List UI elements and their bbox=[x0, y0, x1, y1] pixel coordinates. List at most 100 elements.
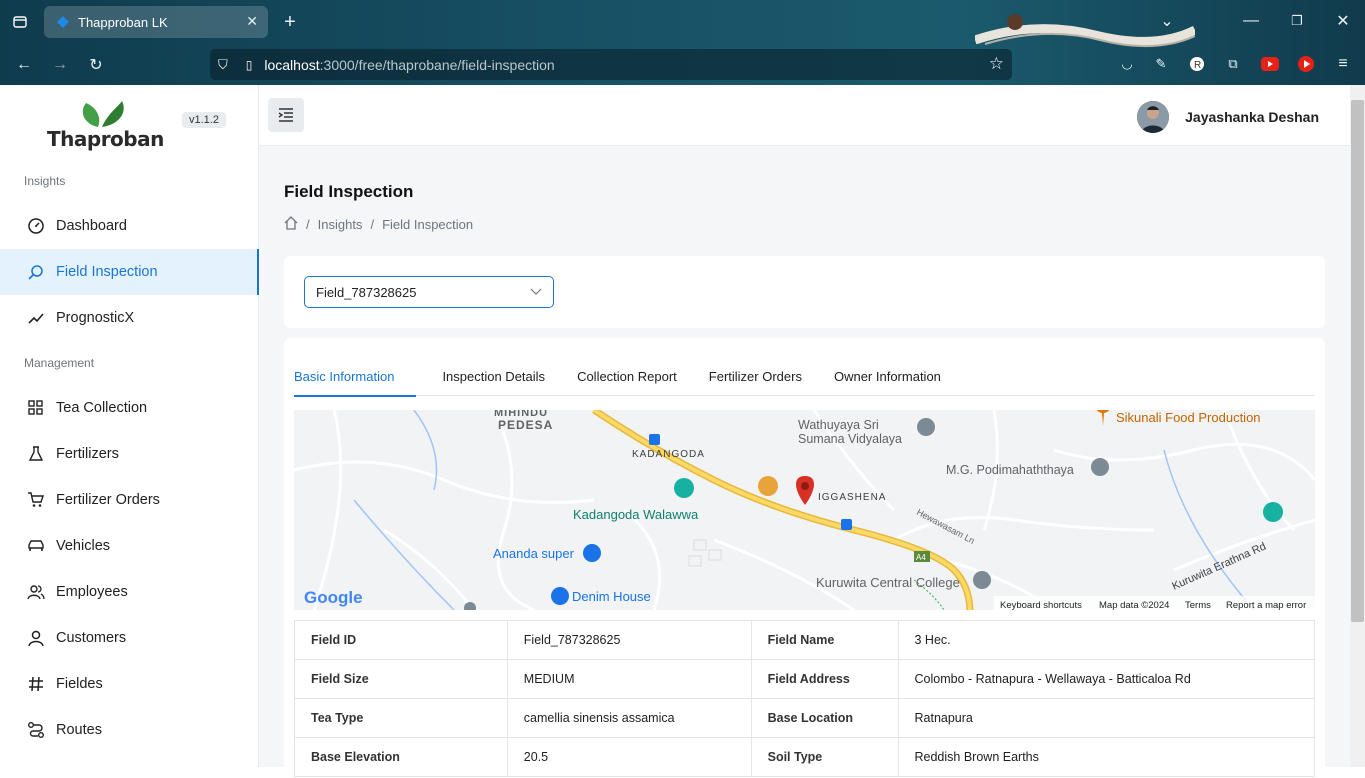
back-icon[interactable]: ← bbox=[14, 55, 34, 75]
table-row: Base Elevation 20.5 Soil Type Reddish Br… bbox=[294, 737, 1315, 777]
section-insights: Insights bbox=[24, 174, 66, 188]
basic-info-table: Field ID Field_787328625 Field Name 3 He… bbox=[294, 620, 1315, 777]
forward-icon[interactable]: → bbox=[50, 55, 70, 75]
user-name: Jayashanka Deshan bbox=[1185, 109, 1319, 125]
sidebar-item-vehicles[interactable]: Vehicles bbox=[0, 523, 259, 569]
new-tab-icon[interactable]: + bbox=[280, 11, 300, 33]
tab-basic-information[interactable]: Basic Information bbox=[294, 356, 417, 397]
chevron-down-icon[interactable]: ⌄ bbox=[1158, 12, 1176, 30]
tab-list-icon[interactable] bbox=[10, 12, 30, 32]
extension-r-icon[interactable]: R bbox=[1188, 55, 1206, 73]
page-icon: ▯ bbox=[245, 57, 253, 72]
info-key: Field ID bbox=[294, 620, 508, 660]
map-terms: Terms bbox=[1185, 600, 1211, 610]
grid-icon bbox=[26, 398, 46, 418]
search-icon bbox=[26, 262, 46, 282]
cart-icon bbox=[26, 490, 46, 510]
sidebar: Thaproban v1.1.2 Insights Dashboard Fiel… bbox=[0, 85, 259, 767]
sidebar-item-label: Employees bbox=[56, 584, 128, 600]
sidebar-item-prognosticx[interactable]: PrognosticX bbox=[0, 295, 259, 341]
breadcrumb-insights[interactable]: Insights bbox=[318, 217, 363, 232]
table-row: Field ID Field_787328625 Field Name 3 He… bbox=[294, 620, 1315, 660]
sidebar-item-fertilizer-orders[interactable]: Fertilizer Orders bbox=[0, 477, 259, 523]
detail-tabs: Basic Information Inspection Details Col… bbox=[294, 356, 1315, 397]
close-tab-icon[interactable]: ✕ bbox=[246, 13, 258, 30]
menu-collapse-icon bbox=[278, 108, 293, 122]
table-row: Field Size MEDIUM Field Address Colombo … bbox=[294, 659, 1315, 699]
map-label-place: Kadangoda Walawwa bbox=[573, 507, 699, 522]
sidebar-item-label: Tea Collection bbox=[56, 400, 148, 416]
close-window-icon[interactable]: ✕ bbox=[1334, 12, 1352, 30]
sidebar-item-tea-collection[interactable]: Tea Collection bbox=[0, 385, 259, 431]
scrollbar-thumb[interactable] bbox=[1351, 100, 1364, 622]
gauge-icon bbox=[26, 216, 46, 236]
info-value: Reddish Brown Earths bbox=[897, 737, 1315, 777]
tab-owner-information[interactable]: Owner Information bbox=[818, 356, 957, 396]
route-icon bbox=[26, 720, 46, 740]
favicon-icon bbox=[57, 16, 69, 28]
field-map[interactable]: A4 MIHINDU PEDESA KADANGODA Wathuyaya Sr… bbox=[294, 410, 1315, 610]
map-label-road: A4 bbox=[916, 553, 926, 562]
info-key: Soil Type bbox=[750, 737, 899, 777]
home-icon[interactable] bbox=[284, 216, 298, 233]
info-value: camellia sinensis assamica bbox=[506, 698, 752, 738]
info-value: 20.5 bbox=[506, 737, 752, 777]
sidebar-item-label: Routes bbox=[56, 722, 102, 738]
info-key: Base Elevation bbox=[294, 737, 508, 777]
sidebar-item-fertilizers[interactable]: Fertilizers bbox=[0, 431, 259, 477]
user-menu[interactable]: Jayashanka Deshan bbox=[1137, 101, 1319, 133]
browser-chrome: Thapproban LK ✕ + ⌄ — ❐ ✕ ← → ↻ ⛉ ▯ loca… bbox=[0, 0, 1365, 85]
wrench-icon[interactable]: ✎ bbox=[1152, 55, 1170, 73]
location-pin-icon bbox=[795, 476, 815, 505]
map-keyboard-shortcuts: Keyboard shortcuts bbox=[1000, 600, 1082, 610]
toggle-sidebar-button[interactable] bbox=[268, 98, 304, 132]
sidebar-item-dashboard[interactable]: Dashboard bbox=[0, 203, 259, 249]
youtube-icon[interactable] bbox=[1260, 55, 1280, 73]
map-label-area: KADANGODA bbox=[632, 449, 705, 460]
sidebar-item-fieldes[interactable]: Fieldes bbox=[0, 661, 259, 707]
sidebar-item-label: Fertilizers bbox=[56, 446, 119, 462]
map-label-place: Sikunali Food Production bbox=[1116, 410, 1261, 425]
browser-tab[interactable]: Thapproban LK ✕ bbox=[44, 6, 268, 38]
map-label-place: Wathuyaya Sri bbox=[798, 418, 879, 432]
tab-bar: Thapproban LK ✕ + ⌄ — ❐ ✕ bbox=[0, 0, 1365, 44]
info-key: Field Address bbox=[750, 659, 899, 699]
map-report-error: Report a map error bbox=[1226, 600, 1306, 610]
restore-icon[interactable]: ❐ bbox=[1288, 12, 1306, 30]
pocket-icon[interactable]: ◡ bbox=[1118, 55, 1136, 73]
sidebar-item-label: PrognosticX bbox=[56, 310, 135, 326]
tab-fertilizer-orders[interactable]: Fertilizer Orders bbox=[693, 356, 818, 396]
minimize-icon[interactable]: — bbox=[1242, 12, 1260, 30]
map-label-area: IGGASHENA bbox=[818, 492, 886, 503]
map-label-place: Ananda super bbox=[493, 546, 575, 561]
info-key: Field Name bbox=[750, 620, 899, 660]
map-label-place: Sumana Vidyalaya bbox=[798, 432, 902, 446]
extensions-icon[interactable]: ⧉ bbox=[1224, 55, 1242, 73]
url-host: localhost bbox=[264, 56, 320, 73]
map-label-place: M.G. Podimahaththaya bbox=[946, 463, 1074, 477]
page-title: Field Inspection bbox=[284, 182, 414, 201]
logo-text: Thaproban bbox=[47, 127, 164, 151]
field-select[interactable]: Field_787328625 bbox=[304, 276, 554, 308]
app-menu-icon[interactable]: ≡ bbox=[1334, 55, 1352, 73]
sidebar-item-routes[interactable]: Routes bbox=[0, 707, 259, 753]
version-badge: v1.1.2 bbox=[182, 112, 226, 128]
info-value: Colombo - Ratnapura - Wellawaya - Battic… bbox=[897, 659, 1315, 699]
reload-icon[interactable]: ↻ bbox=[86, 55, 106, 75]
table-row: Tea Type camellia sinensis assamica Base… bbox=[294, 698, 1315, 738]
sidebar-item-field-inspection[interactable]: Field Inspection bbox=[0, 249, 259, 295]
avatar bbox=[1137, 101, 1170, 133]
trend-icon bbox=[26, 308, 46, 328]
tab-inspection-details[interactable]: Inspection Details bbox=[426, 356, 561, 396]
address-bar[interactable]: ⛉ ▯ localhost:3000/free/thaprobane/field… bbox=[210, 49, 1012, 80]
video-player-icon[interactable] bbox=[1296, 55, 1316, 73]
sidebar-item-label: Vehicles bbox=[56, 538, 111, 554]
map-data-credit: Map data ©2024 bbox=[1099, 600, 1169, 610]
sidebar-item-employees[interactable]: Employees bbox=[0, 569, 259, 615]
bookmark-star-icon[interactable]: ☆ bbox=[989, 54, 1004, 74]
page-scrollbar[interactable] bbox=[1350, 85, 1365, 767]
map-label-place: Kuruwita Central College bbox=[816, 575, 960, 590]
tab-collection-report[interactable]: Collection Report bbox=[561, 356, 693, 396]
sidebar-item-customers[interactable]: Customers bbox=[0, 615, 259, 661]
sidebar-item-label: Fieldes bbox=[56, 676, 103, 692]
